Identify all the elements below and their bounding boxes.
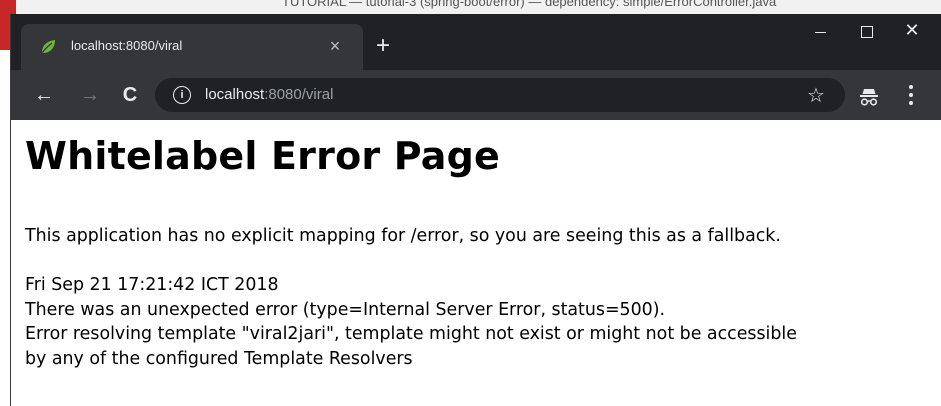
address-bar[interactable]: i localhost:8080/viral ☆ [155,78,845,112]
minimize-button[interactable] [797,14,843,50]
error-type-line: There was an unexpected error (type=Inte… [25,299,666,320]
error-detail-line-1: Error resolving template "viral2jari", t… [25,324,797,344]
close-icon: ✕ [904,20,920,40]
forward-button[interactable]: → [75,80,105,110]
bookmark-star-icon[interactable]: ☆ [803,82,829,108]
tab-close-button[interactable]: × [323,34,347,58]
fallback-message: This application has no explicit mapping… [25,226,781,246]
browser-window: localhost:8080/viral × + ✕ ← → C i local… [10,14,941,406]
maximize-button[interactable] [843,14,889,50]
reload-button[interactable]: C [115,80,145,110]
tab-localhost-viral[interactable]: localhost:8080/viral × [21,24,363,70]
incognito-icon[interactable] [857,84,881,108]
window-close-button[interactable]: ✕ [889,14,935,50]
error-details: Fri Sep 21 17:21:42 ICT 2018 There was an… [25,273,797,371]
address-url[interactable]: localhost:8080/viral [205,86,333,103]
screen: TUTORIAL — tutorial-3 (spring-boot/error… [0,0,941,406]
error-detail-line-2: by any of the configured Template Resolv… [25,348,413,369]
page-title: Whitelabel Error Page [25,134,500,178]
spring-leaf-icon [41,40,55,54]
url-path: :8080/viral [264,86,334,103]
page-content: Whitelabel Error Page This application h… [11,120,941,406]
browser-toolbar: ← → C i localhost:8080/viral ☆ [11,70,941,120]
browser-titlebar: localhost:8080/viral × + ✕ [11,14,941,70]
error-timestamp: Fri Sep 21 17:21:42 ICT 2018 [25,275,279,295]
maximize-icon [861,26,873,38]
url-host: localhost [205,86,265,103]
back-button[interactable]: ← [29,80,59,110]
site-info-icon[interactable]: i [173,86,191,104]
minimize-icon [815,32,826,33]
new-tab-button[interactable]: + [369,32,397,60]
background-window-title: TUTORIAL — tutorial-3 (spring-boot/error… [282,0,777,9]
tab-title: localhost:8080/viral [71,38,183,53]
more-menu-icon[interactable] [901,82,921,108]
